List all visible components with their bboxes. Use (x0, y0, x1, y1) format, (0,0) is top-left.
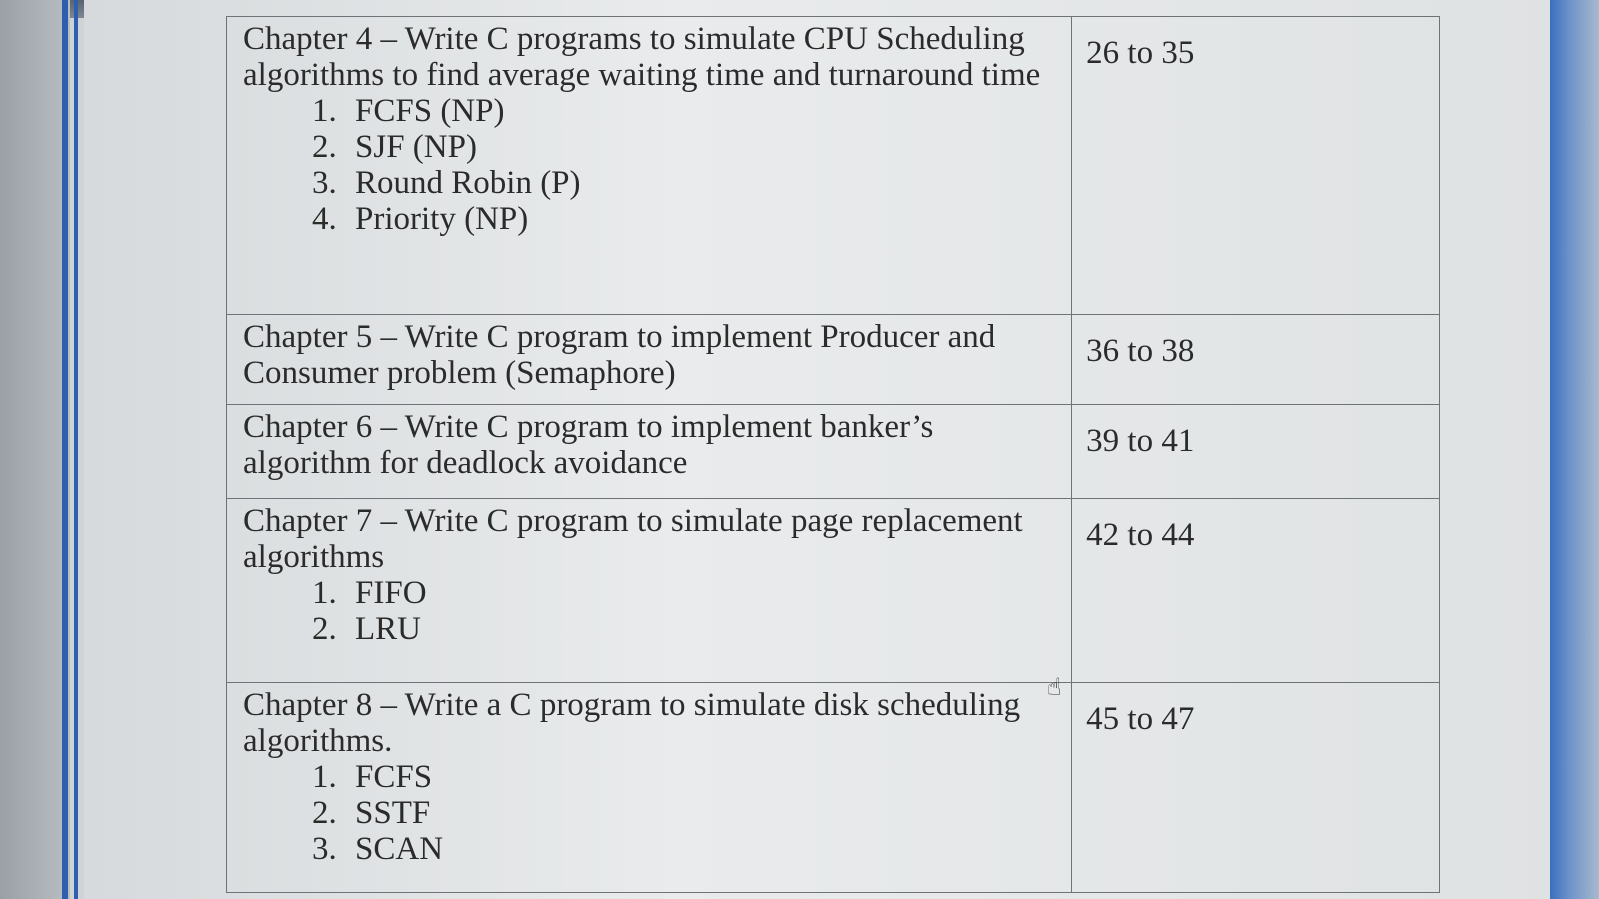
chapter-cell: Chapter 4 – Write C programs to simulate… (225, 16, 1073, 315)
page-range: 45 to 47 (1071, 682, 1440, 893)
list-item: FCFS (345, 759, 1059, 795)
table-row: Chapter 6 – Write C program to implement… (225, 404, 1440, 499)
sub-item-list: FCFS (NP) SJF (NP) Round Robin (P) Prior… (243, 93, 1059, 237)
list-item: Priority (NP) (345, 201, 1059, 237)
list-item: Round Robin (P) (345, 165, 1059, 201)
chapter-heading: Chapter 4 – Write C programs to simulate… (243, 21, 1041, 93)
chapter-cell: Chapter 8 – Write a C program to simulat… (225, 682, 1073, 893)
table-row: Chapter 5 – Write C program to implement… (225, 314, 1440, 405)
page-range: 36 to 38 (1071, 314, 1440, 405)
chapter-cell: Chapter 6 – Write C program to implement… (225, 404, 1073, 499)
margin-rule (74, 0, 78, 899)
table-row: Chapter 8 – Write a C program to simulat… (225, 682, 1440, 893)
sub-item-list: FCFS SSTF SCAN (243, 759, 1059, 867)
chapter-cell: Chapter 7 – Write C program to simulate … (225, 498, 1073, 683)
sub-item-list: FIFO LRU (243, 575, 1059, 647)
page-range: 26 to 35 (1071, 16, 1440, 315)
chapter-heading: Chapter 5 – Write C program to implement… (243, 319, 996, 391)
chapter-heading: Chapter 6 – Write C program to implement… (243, 409, 934, 481)
list-item: FIFO (345, 575, 1059, 611)
left-gutter (0, 0, 70, 899)
right-window-frame (1550, 0, 1599, 899)
list-item: SCAN (345, 831, 1059, 867)
list-item: SJF (NP) (345, 129, 1059, 165)
table-row: Chapter 7 – Write C program to simulate … (225, 498, 1440, 683)
list-item: LRU (345, 611, 1059, 647)
chapter-heading: Chapter 8 – Write a C program to simulat… (243, 687, 1021, 759)
list-item: FCFS (NP) (345, 93, 1059, 129)
chapter-heading: Chapter 7 – Write C program to simulate … (243, 503, 1023, 575)
table-row: Chapter 4 – Write C programs to simulate… (225, 16, 1440, 315)
page-range: 42 to 44 (1071, 498, 1440, 683)
list-item: SSTF (345, 795, 1059, 831)
chapter-cell: Chapter 5 – Write C program to implement… (225, 314, 1073, 405)
chapter-table: Chapter 4 – Write C programs to simulate… (225, 16, 1440, 893)
margin-rule (62, 0, 68, 899)
page-range: 39 to 41 (1071, 404, 1440, 499)
hand-cursor-icon: ☝ (1047, 673, 1062, 701)
